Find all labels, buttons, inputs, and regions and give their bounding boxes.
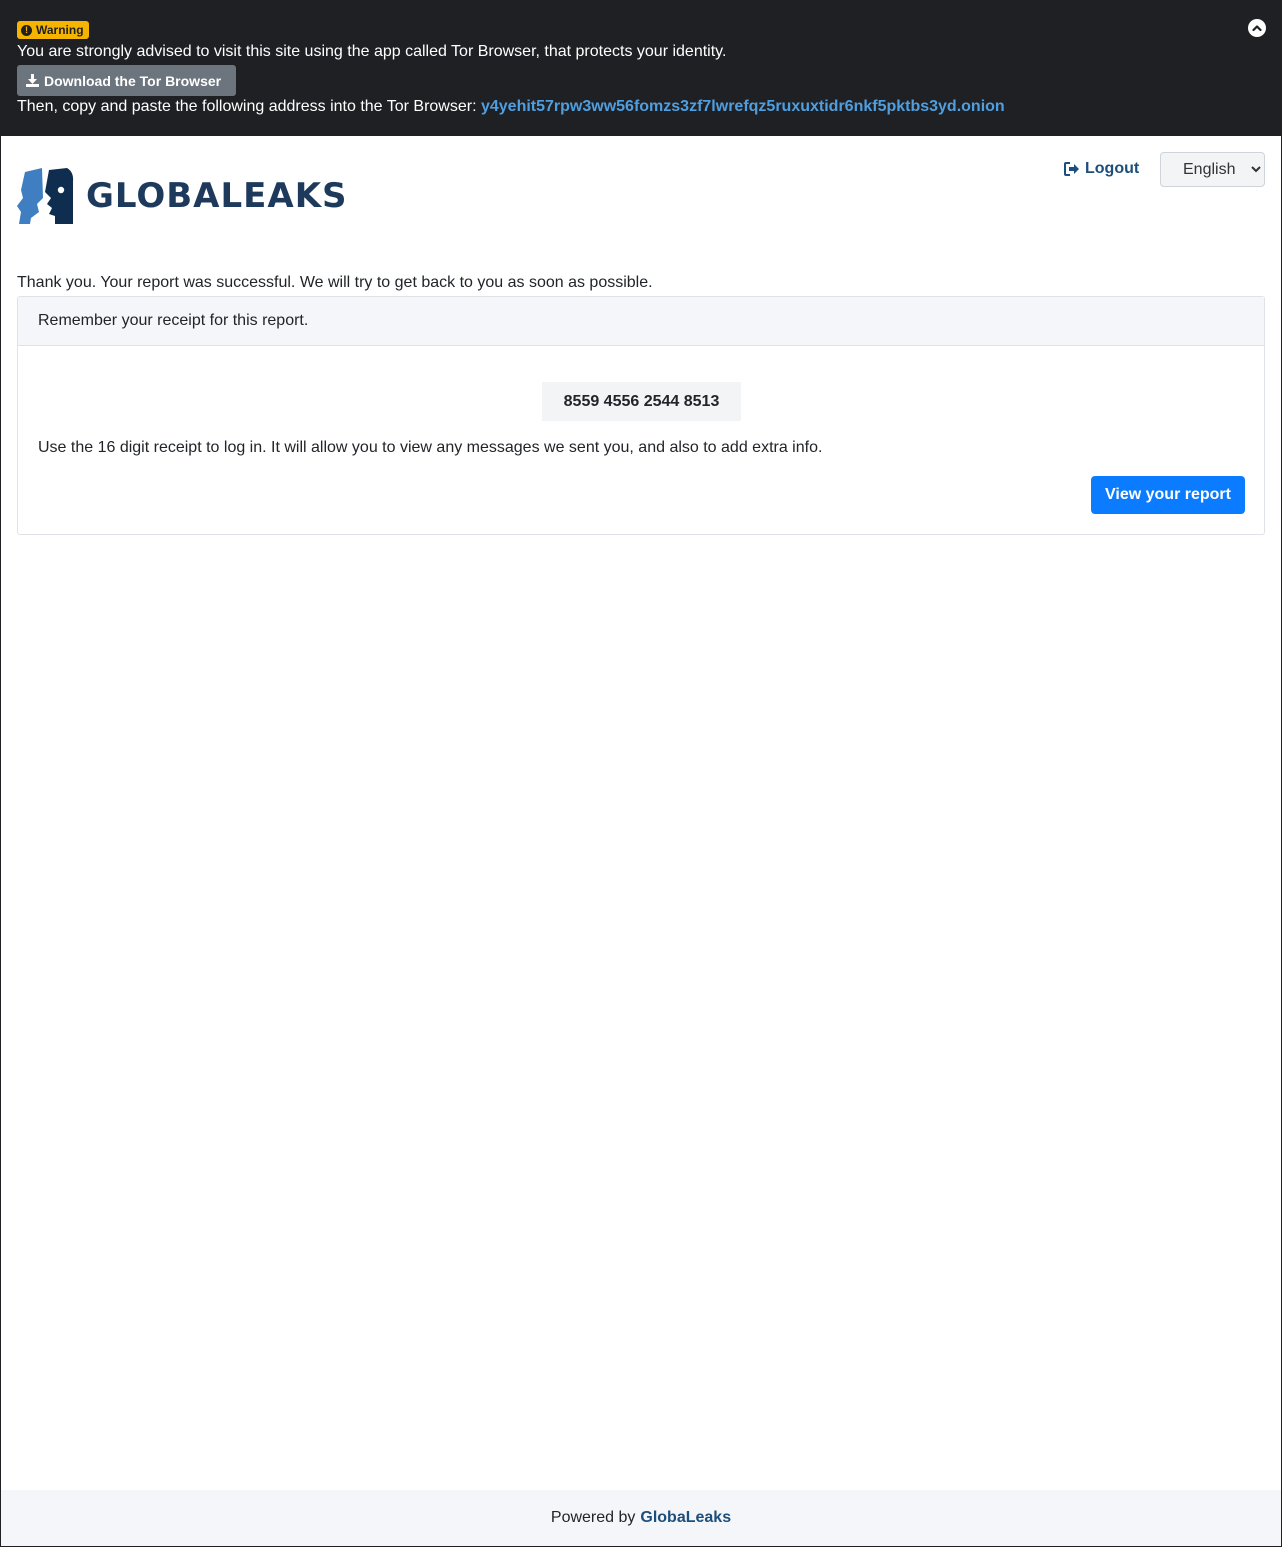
download-tor-label: Download the Tor Browser bbox=[44, 72, 222, 89]
success-message: Thank you. Your report was successful. W… bbox=[17, 274, 653, 291]
logo-faces-icon bbox=[17, 168, 74, 224]
language-select[interactable]: English bbox=[1160, 152, 1265, 187]
tor-advice-text: You are strongly advised to visit this s… bbox=[17, 43, 727, 60]
warning-badge: ! Warning bbox=[17, 21, 89, 39]
receipt-code: 8559 4556 2544 8513 bbox=[542, 382, 741, 421]
chevron-up-icon bbox=[1252, 25, 1262, 32]
powered-by-text: Powered by bbox=[550, 1509, 636, 1526]
download-icon bbox=[26, 74, 39, 87]
exclamation-circle-icon: ! bbox=[21, 24, 32, 36]
onion-address-link[interactable]: y4yehit57rpw3ww56fomzs3zf7lwrefqz5ruxuxt… bbox=[481, 98, 1005, 115]
footer: Powered by GlobaLeaks bbox=[1, 1490, 1281, 1546]
copy-prefix-text: Then, copy and paste the following addre… bbox=[17, 98, 477, 115]
globaleaks-footer-link[interactable]: GlobaLeaks bbox=[640, 1509, 731, 1527]
receipt-card-title: Remember your receipt for this report. bbox=[38, 312, 309, 329]
download-tor-button[interactable]: Download the Tor Browser bbox=[17, 65, 236, 96]
logout-button[interactable]: Logout bbox=[1064, 158, 1139, 180]
sign-out-icon bbox=[1064, 162, 1079, 176]
receipt-help-text: Use the 16 digit receipt to log in. It w… bbox=[38, 439, 823, 456]
logout-label: Logout bbox=[1085, 160, 1140, 177]
receipt-card: Remember your receipt for this report. 8… bbox=[17, 296, 1265, 535]
receipt-card-header: Remember your receipt for this report. bbox=[18, 297, 1264, 346]
tor-warning-banner: ! Warning You are strongly advised to vi… bbox=[0, 0, 1282, 136]
collapse-banner-button[interactable] bbox=[1248, 19, 1266, 37]
globaleaks-logo[interactable]: GLOBALEAKS bbox=[17, 168, 348, 224]
warning-badge-label: Warning bbox=[36, 23, 84, 37]
tor-copy-instructions: Then, copy and paste the following addre… bbox=[17, 98, 1005, 116]
logo-wordmark: GLOBALEAKS bbox=[86, 176, 348, 216]
view-report-button[interactable]: View your report bbox=[1091, 476, 1245, 514]
